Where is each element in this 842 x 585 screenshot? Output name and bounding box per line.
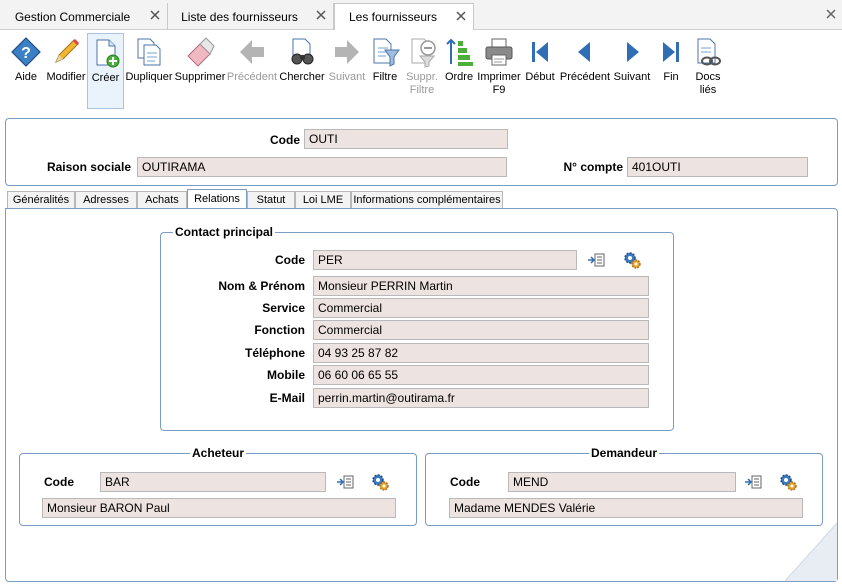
compte-label: N° compte bbox=[563, 160, 623, 174]
header-panel: Code OUTI Raison sociale OUTIRAMA N° com… bbox=[5, 118, 838, 186]
contact-principal-title: Contact principal bbox=[173, 225, 276, 239]
nom-prenom-field[interactable]: Monsieur PERRIN Martin bbox=[313, 276, 649, 296]
fonction-field[interactable]: Commercial bbox=[313, 320, 649, 340]
compte-field[interactable]: 401OUTI bbox=[627, 157, 808, 177]
suppr-filtre-button[interactable]: Suppr. Filtre bbox=[402, 33, 442, 109]
binoculars-icon bbox=[291, 38, 314, 65]
demandeur-title: Demandeur bbox=[589, 446, 660, 460]
acheteur-group: Acheteur Code BAR Monsieur BARON Paul bbox=[19, 446, 417, 526]
first-record-icon bbox=[532, 42, 548, 62]
fonction-label: Fonction bbox=[254, 323, 305, 337]
dupliquer-button[interactable]: Dupliquer bbox=[124, 33, 174, 109]
mobile-field[interactable]: 06 60 06 65 55 bbox=[313, 365, 649, 385]
contact-code-field[interactable]: PER bbox=[313, 250, 577, 270]
filter-icon bbox=[373, 38, 400, 67]
arrow-right-icon bbox=[335, 40, 359, 64]
tab-achats[interactable]: Achats bbox=[137, 191, 187, 209]
filtre-button[interactable]: Filtre bbox=[368, 33, 402, 109]
ordre-button[interactable]: Ordre bbox=[442, 33, 476, 109]
nom-prenom-label: Nom & Prénom bbox=[218, 279, 305, 293]
email-label: E-Mail bbox=[269, 391, 305, 405]
tab-informations-complementaires[interactable]: Informations complémentaires bbox=[351, 191, 503, 209]
sort-icon bbox=[446, 38, 473, 66]
fin-button[interactable]: Fin bbox=[652, 33, 690, 109]
last-record-icon bbox=[663, 42, 679, 62]
telephone-field[interactable]: 04 93 25 87 82 bbox=[313, 343, 649, 363]
contact-code-label: Code bbox=[275, 253, 305, 267]
docs-lies-button[interactable]: Docs liés bbox=[690, 33, 726, 109]
arrow-left-icon bbox=[240, 40, 264, 64]
chercher-button[interactable]: Chercher bbox=[278, 33, 326, 109]
acheteur-code-field[interactable]: BAR bbox=[100, 472, 326, 492]
printer-icon bbox=[485, 38, 513, 66]
telephone-label: Téléphone bbox=[244, 346, 305, 360]
service-field[interactable]: Commercial bbox=[313, 298, 649, 318]
close-window-icon[interactable] bbox=[825, 8, 837, 20]
list-select-icon[interactable] bbox=[587, 251, 605, 269]
tab-adresses[interactable]: Adresses bbox=[75, 191, 137, 209]
linked-docs-icon bbox=[697, 38, 721, 66]
modifier-button[interactable]: Modifier bbox=[46, 33, 86, 109]
demandeur-nom-field[interactable]: Madame MENDES Valérie bbox=[449, 498, 803, 518]
next-record-icon bbox=[627, 42, 639, 62]
suivant-record-button[interactable]: Suivant bbox=[612, 33, 652, 109]
precedent-history-button[interactable]: Précédent bbox=[226, 33, 278, 109]
tab-les-fournisseurs[interactable]: Les fournisseurs bbox=[334, 3, 474, 31]
debut-button[interactable]: Début bbox=[522, 33, 558, 109]
precedent-record-button[interactable]: Précédent bbox=[558, 33, 612, 109]
new-document-icon bbox=[96, 39, 119, 68]
close-icon[interactable] bbox=[315, 9, 327, 21]
acheteur-title: Acheteur bbox=[190, 446, 247, 460]
code-label: Code bbox=[270, 133, 300, 147]
contact-principal-group: Contact principal Code PER Nom & Prénom … bbox=[160, 225, 674, 431]
help-icon: ? bbox=[11, 37, 41, 67]
list-select-icon[interactable] bbox=[336, 473, 354, 491]
suivant-history-button[interactable]: Suivant bbox=[326, 33, 368, 109]
tab-relations[interactable]: Relations bbox=[187, 189, 247, 210]
tab-loi-lme[interactable]: Loi LME bbox=[295, 191, 351, 209]
raison-sociale-label: Raison sociale bbox=[46, 160, 131, 174]
close-icon[interactable] bbox=[455, 10, 467, 22]
gears-icon[interactable] bbox=[623, 251, 641, 269]
demandeur-code-field[interactable]: MEND bbox=[508, 472, 736, 492]
acheteur-code-label: Code bbox=[44, 475, 74, 489]
mobile-label: Mobile bbox=[267, 368, 305, 382]
eraser-icon bbox=[187, 37, 215, 67]
previous-record-icon bbox=[578, 42, 590, 62]
svg-text:?: ? bbox=[21, 45, 31, 62]
page-curl-icon bbox=[785, 523, 837, 581]
toolbar: ? Aide Modifier Créer Dupliquer Supprime… bbox=[0, 30, 842, 112]
creer-button[interactable]: Créer bbox=[87, 33, 124, 109]
supprimer-button[interactable]: Supprimer bbox=[174, 33, 226, 109]
duplicate-icon bbox=[137, 38, 161, 66]
demandeur-code-label: Code bbox=[450, 475, 480, 489]
service-label: Service bbox=[262, 301, 305, 315]
raison-sociale-field[interactable]: OUTIRAMA bbox=[137, 157, 507, 177]
document-tabbar: Gestion Commerciale Liste des fournisseu… bbox=[0, 0, 842, 31]
gears-icon[interactable] bbox=[371, 473, 389, 491]
tab-statut[interactable]: Statut bbox=[247, 191, 295, 209]
remove-filter-icon bbox=[411, 38, 436, 68]
gears-icon[interactable] bbox=[779, 473, 797, 491]
pencil-icon bbox=[55, 38, 80, 63]
email-field[interactable]: perrin.martin@outirama.fr bbox=[313, 388, 649, 408]
tab-generalites[interactable]: Généralités bbox=[7, 191, 75, 209]
close-icon[interactable] bbox=[149, 9, 161, 21]
acheteur-nom-field[interactable]: Monsieur BARON Paul bbox=[42, 498, 396, 518]
aide-button[interactable]: ? Aide bbox=[6, 33, 46, 109]
tab-gestion-commerciale[interactable]: Gestion Commerciale bbox=[0, 3, 168, 30]
tab-liste-fournisseurs[interactable]: Liste des fournisseurs bbox=[168, 3, 334, 30]
list-select-icon[interactable] bbox=[744, 473, 762, 491]
demandeur-group: Demandeur Code MEND Madame MENDES Valéri… bbox=[425, 446, 823, 526]
imprimer-button[interactable]: Imprimer F9 bbox=[476, 33, 522, 109]
code-field[interactable]: OUTI bbox=[304, 129, 508, 149]
relations-panel: Contact principal Code PER Nom & Prénom … bbox=[5, 208, 838, 582]
